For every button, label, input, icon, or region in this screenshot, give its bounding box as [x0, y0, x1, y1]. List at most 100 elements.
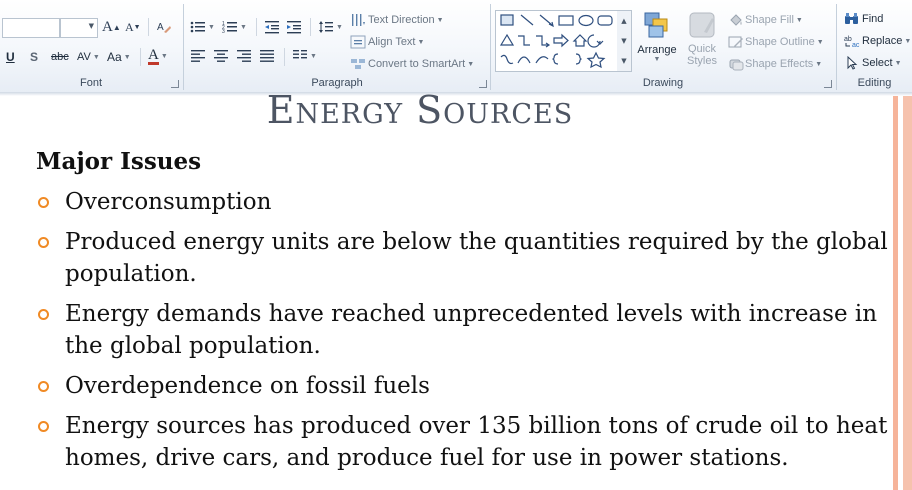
find-label: Find — [862, 13, 884, 25]
line-spacing-icon — [318, 19, 334, 35]
separator — [256, 18, 257, 36]
bullet-item[interactable]: Overconsumption — [36, 186, 896, 218]
shape-effects-button[interactable]: Shape Effects ▼ — [728, 54, 822, 74]
svg-text:ab: ab — [844, 36, 852, 43]
shape-effects-label: Shape Effects — [745, 58, 814, 70]
bullet-item[interactable]: Energy demands have reached unprecedente… — [36, 298, 896, 362]
cursor-arrow-icon — [844, 55, 860, 71]
align-text-icon — [350, 34, 366, 50]
editing-group: Find ab ac Replace ▼ Select ▼ Editing — [837, 0, 912, 92]
smartart-icon — [350, 56, 366, 72]
quick-styles-label: Quick Styles — [687, 43, 717, 67]
ribbon: ▼ A ▲ A ▼ A U S abc AV ▼ Aa ▼ A ▼ Font ▼… — [0, 0, 912, 93]
columns-button[interactable]: ▼ — [292, 46, 317, 66]
underline-button[interactable]: U — [6, 47, 15, 67]
justify-button[interactable] — [259, 46, 275, 66]
align-text-label: Align Text — [368, 36, 416, 48]
strikethrough-button[interactable]: abc — [51, 47, 69, 67]
paint-bucket-icon — [728, 12, 744, 28]
numbering-button[interactable]: 123 ▼ — [222, 17, 247, 37]
shape-outline-label: Shape Outline — [745, 36, 815, 48]
bullets-button[interactable]: ▼ — [190, 17, 215, 37]
shape-fill-button[interactable]: Shape Fill ▼ — [728, 10, 803, 30]
text-direction-button[interactable]: Text Direction ▼ — [350, 10, 444, 30]
justify-icon — [259, 48, 275, 64]
chevron-down-icon: ▼ — [88, 22, 94, 30]
line-spacing-button[interactable]: ▼ — [318, 17, 343, 37]
shrink-font-button[interactable]: A ▼ — [125, 17, 141, 37]
align-text-button[interactable]: Align Text ▼ — [350, 32, 424, 52]
arrange-button[interactable]: Arrange ▼ — [636, 10, 678, 66]
quick-styles-button[interactable]: Quick Styles — [681, 10, 723, 74]
bullet-item[interactable]: Overdependence on fossil fuels — [36, 370, 896, 402]
drawing-dialog-launcher-icon[interactable] — [824, 80, 832, 88]
grow-font-button[interactable]: A ▲ — [102, 17, 121, 37]
shapes-gallery-scrollbar[interactable]: ▲ ▼ ▼ — [617, 10, 632, 72]
center-button[interactable] — [213, 46, 229, 66]
bullet-item[interactable]: Energy sources has produced over 135 bil… — [36, 410, 896, 474]
change-case-button[interactable]: Aa ▼ — [107, 47, 131, 67]
binoculars-icon — [844, 11, 860, 27]
chevron-down-icon[interactable]: ▼ — [621, 37, 626, 45]
font-name-combo[interactable] — [2, 18, 60, 38]
chevron-down-icon: ▼ — [653, 56, 661, 63]
clear-formatting-button[interactable]: A — [156, 17, 172, 37]
font-size-combo[interactable]: ▼ — [60, 18, 98, 38]
separator — [148, 18, 149, 36]
pencil-icon — [728, 34, 744, 50]
replace-icon: ab ac — [844, 33, 860, 49]
svg-text:ac: ac — [852, 42, 860, 48]
paragraph-group: ▼ 123 ▼ ▼ Text Direction ▼ ▼ Align Text … — [184, 0, 490, 92]
bullet-text: Overdependence on fossil fuels — [65, 373, 430, 399]
shadow-button[interactable]: S — [30, 47, 38, 67]
font-group-label: Font — [79, 77, 102, 89]
bullet-icon — [38, 237, 49, 248]
align-center-icon — [213, 48, 229, 64]
slide-heading[interactable]: Major Issues — [36, 147, 201, 177]
font-color-label: A — [148, 46, 159, 65]
bullet-text: Energy demands have reached unprecedente… — [65, 301, 878, 359]
chevron-up-icon[interactable]: ▲ — [621, 17, 626, 25]
bullet-item[interactable]: Produced energy units are below the quan… — [36, 226, 896, 290]
separator — [284, 48, 285, 66]
shapes-gallery[interactable] — [495, 10, 619, 72]
increase-indent-icon — [286, 19, 302, 35]
align-left-button[interactable] — [190, 46, 206, 66]
editing-group-label: Editing — [857, 77, 892, 89]
select-label: Select — [862, 57, 893, 69]
slide-accent-stripe — [903, 96, 912, 490]
convert-to-smartart-button[interactable]: Convert to SmartArt ▼ — [350, 54, 474, 74]
convert-to-smartart-label: Convert to SmartArt — [368, 58, 466, 70]
font-group: ▼ A ▲ A ▼ A U S abc AV ▼ Aa ▼ A ▼ Font — [0, 0, 182, 92]
arrange-label: Arrange — [637, 44, 677, 56]
decrease-indent-icon — [264, 19, 280, 35]
increase-indent-button[interactable] — [286, 17, 302, 37]
bullet-icon — [38, 309, 49, 320]
character-spacing-button[interactable]: AV ▼ — [77, 47, 100, 67]
svg-text:A: A — [157, 22, 164, 33]
text-direction-icon — [350, 12, 366, 28]
character-spacing-label: AV — [77, 51, 91, 63]
arrange-icon — [642, 10, 672, 43]
shape-outline-button[interactable]: Shape Outline ▼ — [728, 32, 824, 52]
bullet-list-icon — [190, 19, 206, 35]
find-button[interactable]: Find — [844, 9, 883, 29]
bullet-icon — [38, 381, 49, 392]
shape-effects-icon — [728, 56, 744, 72]
bullet-list[interactable]: Overconsumption Produced energy units ar… — [36, 186, 896, 482]
grow-font-icon: A — [102, 18, 113, 35]
bullet-icon — [38, 197, 49, 208]
select-button[interactable]: Select ▼ — [844, 53, 902, 73]
more-icon[interactable]: ▼ — [621, 57, 626, 65]
shrink-font-icon: A — [125, 19, 134, 34]
font-color-button[interactable]: A ▼ — [148, 46, 168, 66]
shapes-gallery-icons — [499, 14, 613, 69]
align-left-icon — [190, 48, 206, 64]
align-right-button[interactable] — [236, 46, 252, 66]
separator — [310, 18, 311, 36]
bullet-text: Overconsumption — [65, 189, 272, 215]
replace-button[interactable]: ab ac Replace ▼ — [844, 31, 911, 51]
align-right-icon — [236, 48, 252, 64]
decrease-indent-button[interactable] — [264, 17, 280, 37]
slide-title[interactable]: Energy Sources — [160, 86, 680, 134]
